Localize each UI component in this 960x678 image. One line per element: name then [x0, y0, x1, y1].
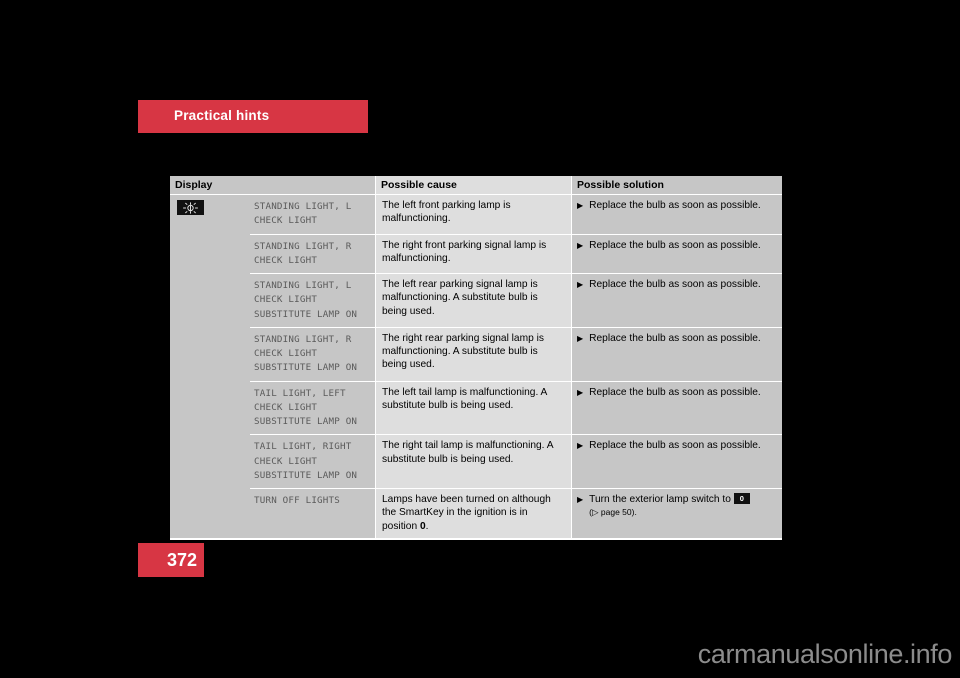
table-row: STANDING LIGHT, L CHECK LIGHT The left f…	[250, 195, 782, 235]
cell-possible-solution: ▶ Replace the bulb as soon as possible.	[571, 234, 782, 273]
solution-text: Replace the bulb as soon as possible.	[589, 279, 761, 290]
site-watermark: carmanualsonline.info	[697, 639, 953, 669]
cell-possible-solution: ▶ Replace the bulb as soon as possible.	[571, 195, 782, 234]
cause-text-suffix: .	[425, 520, 429, 532]
solution-text: Replace the bulb as soon as possible.	[589, 239, 761, 251]
solution-text: Turn the exterior lamp switch to 0 (▷ pag…	[589, 492, 776, 533]
page-number: 372	[166, 550, 197, 570]
table-row: TAIL LIGHT, LEFT CHECK LIGHT SUBSTITUTE …	[250, 381, 782, 436]
cell-display-text: STANDING LIGHT, R CHECK LIGHT SUBSTITUTE…	[250, 327, 375, 381]
column-header-display: Display	[170, 176, 375, 194]
cell-possible-solution: ▶ Replace the bulb as soon as possible.	[571, 274, 782, 327]
bullet-arrow-icon: ▶	[577, 441, 584, 451]
display-symbol-gutter	[170, 195, 250, 538]
display-messages-table: Display Possible cause Possible solution	[170, 176, 782, 540]
page-number-box: 372	[138, 543, 204, 577]
table-row: STANDING LIGHT, L CHECK LIGHT SUBSTITUTE…	[250, 274, 782, 328]
table-row: STANDING LIGHT, R CHECK LIGHT The right …	[250, 234, 782, 274]
cell-display-text: STANDING LIGHT, L CHECK LIGHT SUBSTITUTE…	[250, 274, 375, 327]
bullet-arrow-icon: ▶	[577, 333, 584, 343]
cell-possible-solution: ▶ Replace the bulb as soon as possible.	[571, 381, 782, 435]
bullet-arrow-icon: ▶	[577, 240, 584, 250]
solution-text: Replace the bulb as soon as possible.	[589, 332, 761, 344]
cell-display-text: TURN OFF LIGHTS	[250, 489, 375, 538]
cell-display-text: TAIL LIGHT, RIGHT CHECK LIGHT SUBSTITUTE…	[250, 435, 375, 488]
cell-possible-cause: The left rear parking signal lamp is mal…	[375, 274, 571, 327]
table-rows: STANDING LIGHT, L CHECK LIGHT The left f…	[250, 195, 782, 538]
column-header-possible-cause: Possible cause	[375, 176, 571, 194]
bullet-arrow-icon: ▶	[577, 201, 584, 210]
cell-display-text: STANDING LIGHT, R CHECK LIGHT	[250, 234, 375, 273]
section-title: Practical hints	[174, 108, 270, 123]
bullet-arrow-icon: ▶	[577, 387, 584, 397]
cause-text-prefix: Lamps have been turned on although the S…	[382, 494, 551, 532]
column-header-possible-solution: Possible solution	[571, 176, 782, 194]
cell-possible-cause: The left front parking lamp is malfuncti…	[375, 195, 571, 234]
cell-possible-cause: The right tail lamp is malfunctioning. A…	[375, 435, 571, 488]
table-header-row: Display Possible cause Possible solution	[170, 176, 782, 195]
cell-possible-solution: ▶ Replace the bulb as soon as possible.	[571, 327, 782, 381]
cell-possible-cause: The left tail lamp is malfunctioning. A …	[375, 381, 571, 435]
table-row: STANDING LIGHT, R CHECK LIGHT SUBSTITUTE…	[250, 327, 782, 382]
solution-text: Replace the bulb as soon as possible.	[589, 200, 761, 211]
page-cross-reference[interactable]: (▷ page 50).	[589, 507, 637, 517]
cell-possible-cause: The right front parking signal lamp is m…	[375, 234, 571, 273]
bullet-arrow-icon: ▶	[577, 280, 584, 289]
cell-display-text: TAIL LIGHT, LEFT CHECK LIGHT SUBSTITUTE …	[250, 381, 375, 435]
solution-text: Replace the bulb as soon as possible.	[589, 386, 761, 398]
lamp-switch-position-badge: 0	[733, 492, 750, 504]
solution-text-prefix: Turn the exterior lamp switch to	[589, 494, 734, 505]
table-row: TURN OFF LIGHTS Lamps have been turned o…	[250, 489, 782, 538]
standing-light-indicator-icon	[177, 200, 204, 215]
table-row: TAIL LIGHT, RIGHT CHECK LIGHT SUBSTITUTE…	[250, 435, 782, 489]
cell-possible-solution: ▶ Turn the exterior lamp switch to 0 (▷ p…	[571, 489, 782, 538]
bullet-arrow-icon: ▶	[577, 495, 584, 504]
section-banner: Practical hints	[138, 100, 368, 133]
table-body: STANDING LIGHT, L CHECK LIGHT The left f…	[170, 195, 782, 538]
cell-possible-solution: ▶ Replace the bulb as soon as possible.	[571, 435, 782, 488]
solution-text: Replace the bulb as soon as possible.	[589, 440, 761, 452]
cell-possible-cause: Lamps have been turned on although the S…	[375, 489, 571, 538]
cell-display-text: STANDING LIGHT, L CHECK LIGHT	[250, 195, 375, 234]
cell-possible-cause: The right rear parking signal lamp is ma…	[375, 327, 571, 381]
